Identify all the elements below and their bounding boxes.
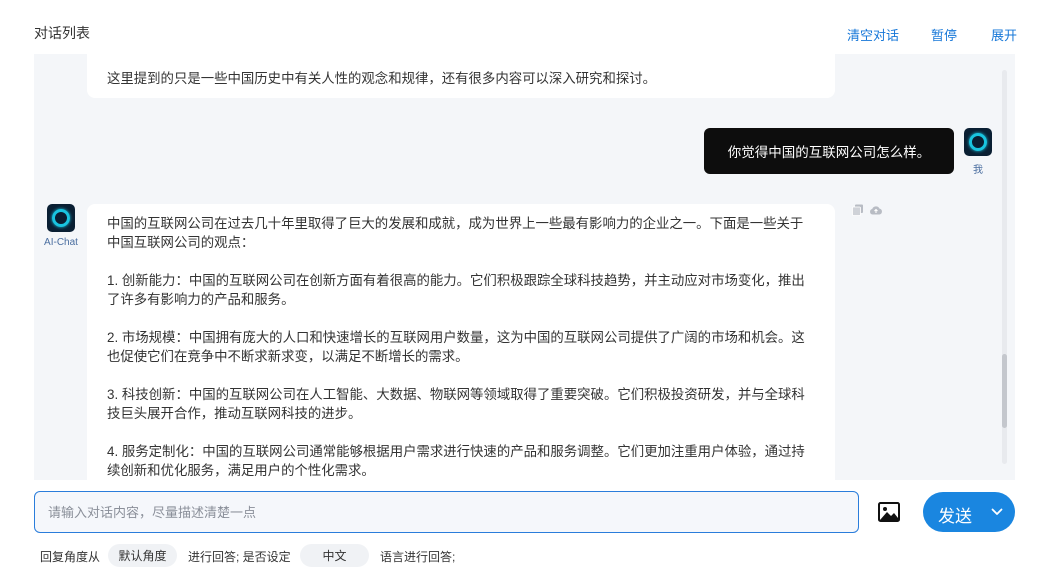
copy-icon[interactable]	[852, 204, 864, 216]
chat-scrollbar-thumb[interactable]	[1002, 354, 1007, 428]
cloud-upload-icon[interactable]	[869, 204, 883, 216]
ai-message: 中国的互联网公司在过去几十年里取得了巨大的发展和成就，成为世界上一些最有影响力的…	[87, 204, 835, 480]
message-tools	[852, 204, 883, 216]
chat-scrollbar[interactable]	[1002, 70, 1007, 464]
language-prompt-label: 进行回答; 是否设定	[188, 550, 291, 564]
ai-avatar-label: AI-Chat	[44, 237, 78, 248]
clear-chat-button[interactable]: 清空对话	[847, 25, 899, 44]
page-title: 对话列表	[34, 25, 90, 41]
send-button-label: 发送	[938, 507, 972, 526]
chat-input[interactable]	[34, 491, 859, 533]
angle-prefix-label: 回复角度从	[40, 550, 101, 564]
image-upload-icon[interactable]	[876, 500, 902, 524]
ai-ring-logo-icon	[52, 209, 70, 227]
ai-message-paragraph: 4. 服务定制化：中国的互联网公司通常能够根据用户需求进行快速的产品和服务调整。…	[107, 444, 805, 478]
send-button[interactable]: 发送	[923, 492, 1015, 532]
user-avatar	[964, 128, 992, 156]
ai-message-paragraph: 1. 创新能力：中国的互联网公司在创新方面有着很高的能力。它们积极跟踪全球科技趋…	[107, 273, 805, 307]
ai-message-text: 这里提到的只是一些中国历史中有关人性的观念和规律，还有很多内容可以深入研究和探讨…	[107, 71, 657, 86]
ai-message-paragraph: 2. 市场规模：中国拥有庞大的人口和快速增长的互联网用户数量，这为中国的互联网公…	[107, 330, 805, 364]
chat-header: 对话列表 清空对话 暂停 展开	[0, 0, 1051, 60]
ai-ring-logo-icon	[969, 133, 987, 151]
expand-button[interactable]: 展开	[991, 25, 1017, 44]
ai-message-paragraph: 3. 科技创新：中国的互联网公司在人工智能、大数据、物联网等领域取得了重要突破。…	[107, 387, 805, 421]
language-select[interactable]: 中文	[300, 544, 369, 567]
chevron-down-icon[interactable]	[991, 507, 1003, 517]
chat-message-list[interactable]: 这里提到的只是一些中国历史中有关人性的观念和规律，还有很多内容可以深入研究和探讨…	[34, 54, 1015, 480]
ai-message-previous: 这里提到的只是一些中国历史中有关人性的观念和规律，还有很多内容可以深入研究和探讨…	[87, 54, 835, 98]
pause-button[interactable]: 暂停	[931, 25, 957, 44]
ai-avatar	[47, 204, 75, 232]
language-suffix-label: 语言进行回答;	[380, 550, 456, 564]
ai-message-paragraph: 中国的互联网公司在过去几十年里取得了巨大的发展和成就，成为世界上一些最有影响力的…	[107, 216, 804, 250]
user-avatar-label: 我	[973, 165, 983, 176]
angle-select[interactable]: 默认角度	[108, 544, 177, 567]
user-message-text: 你觉得中国的互联网公司怎么样。	[727, 145, 931, 160]
user-message: 你觉得中国的互联网公司怎么样。	[704, 128, 954, 174]
